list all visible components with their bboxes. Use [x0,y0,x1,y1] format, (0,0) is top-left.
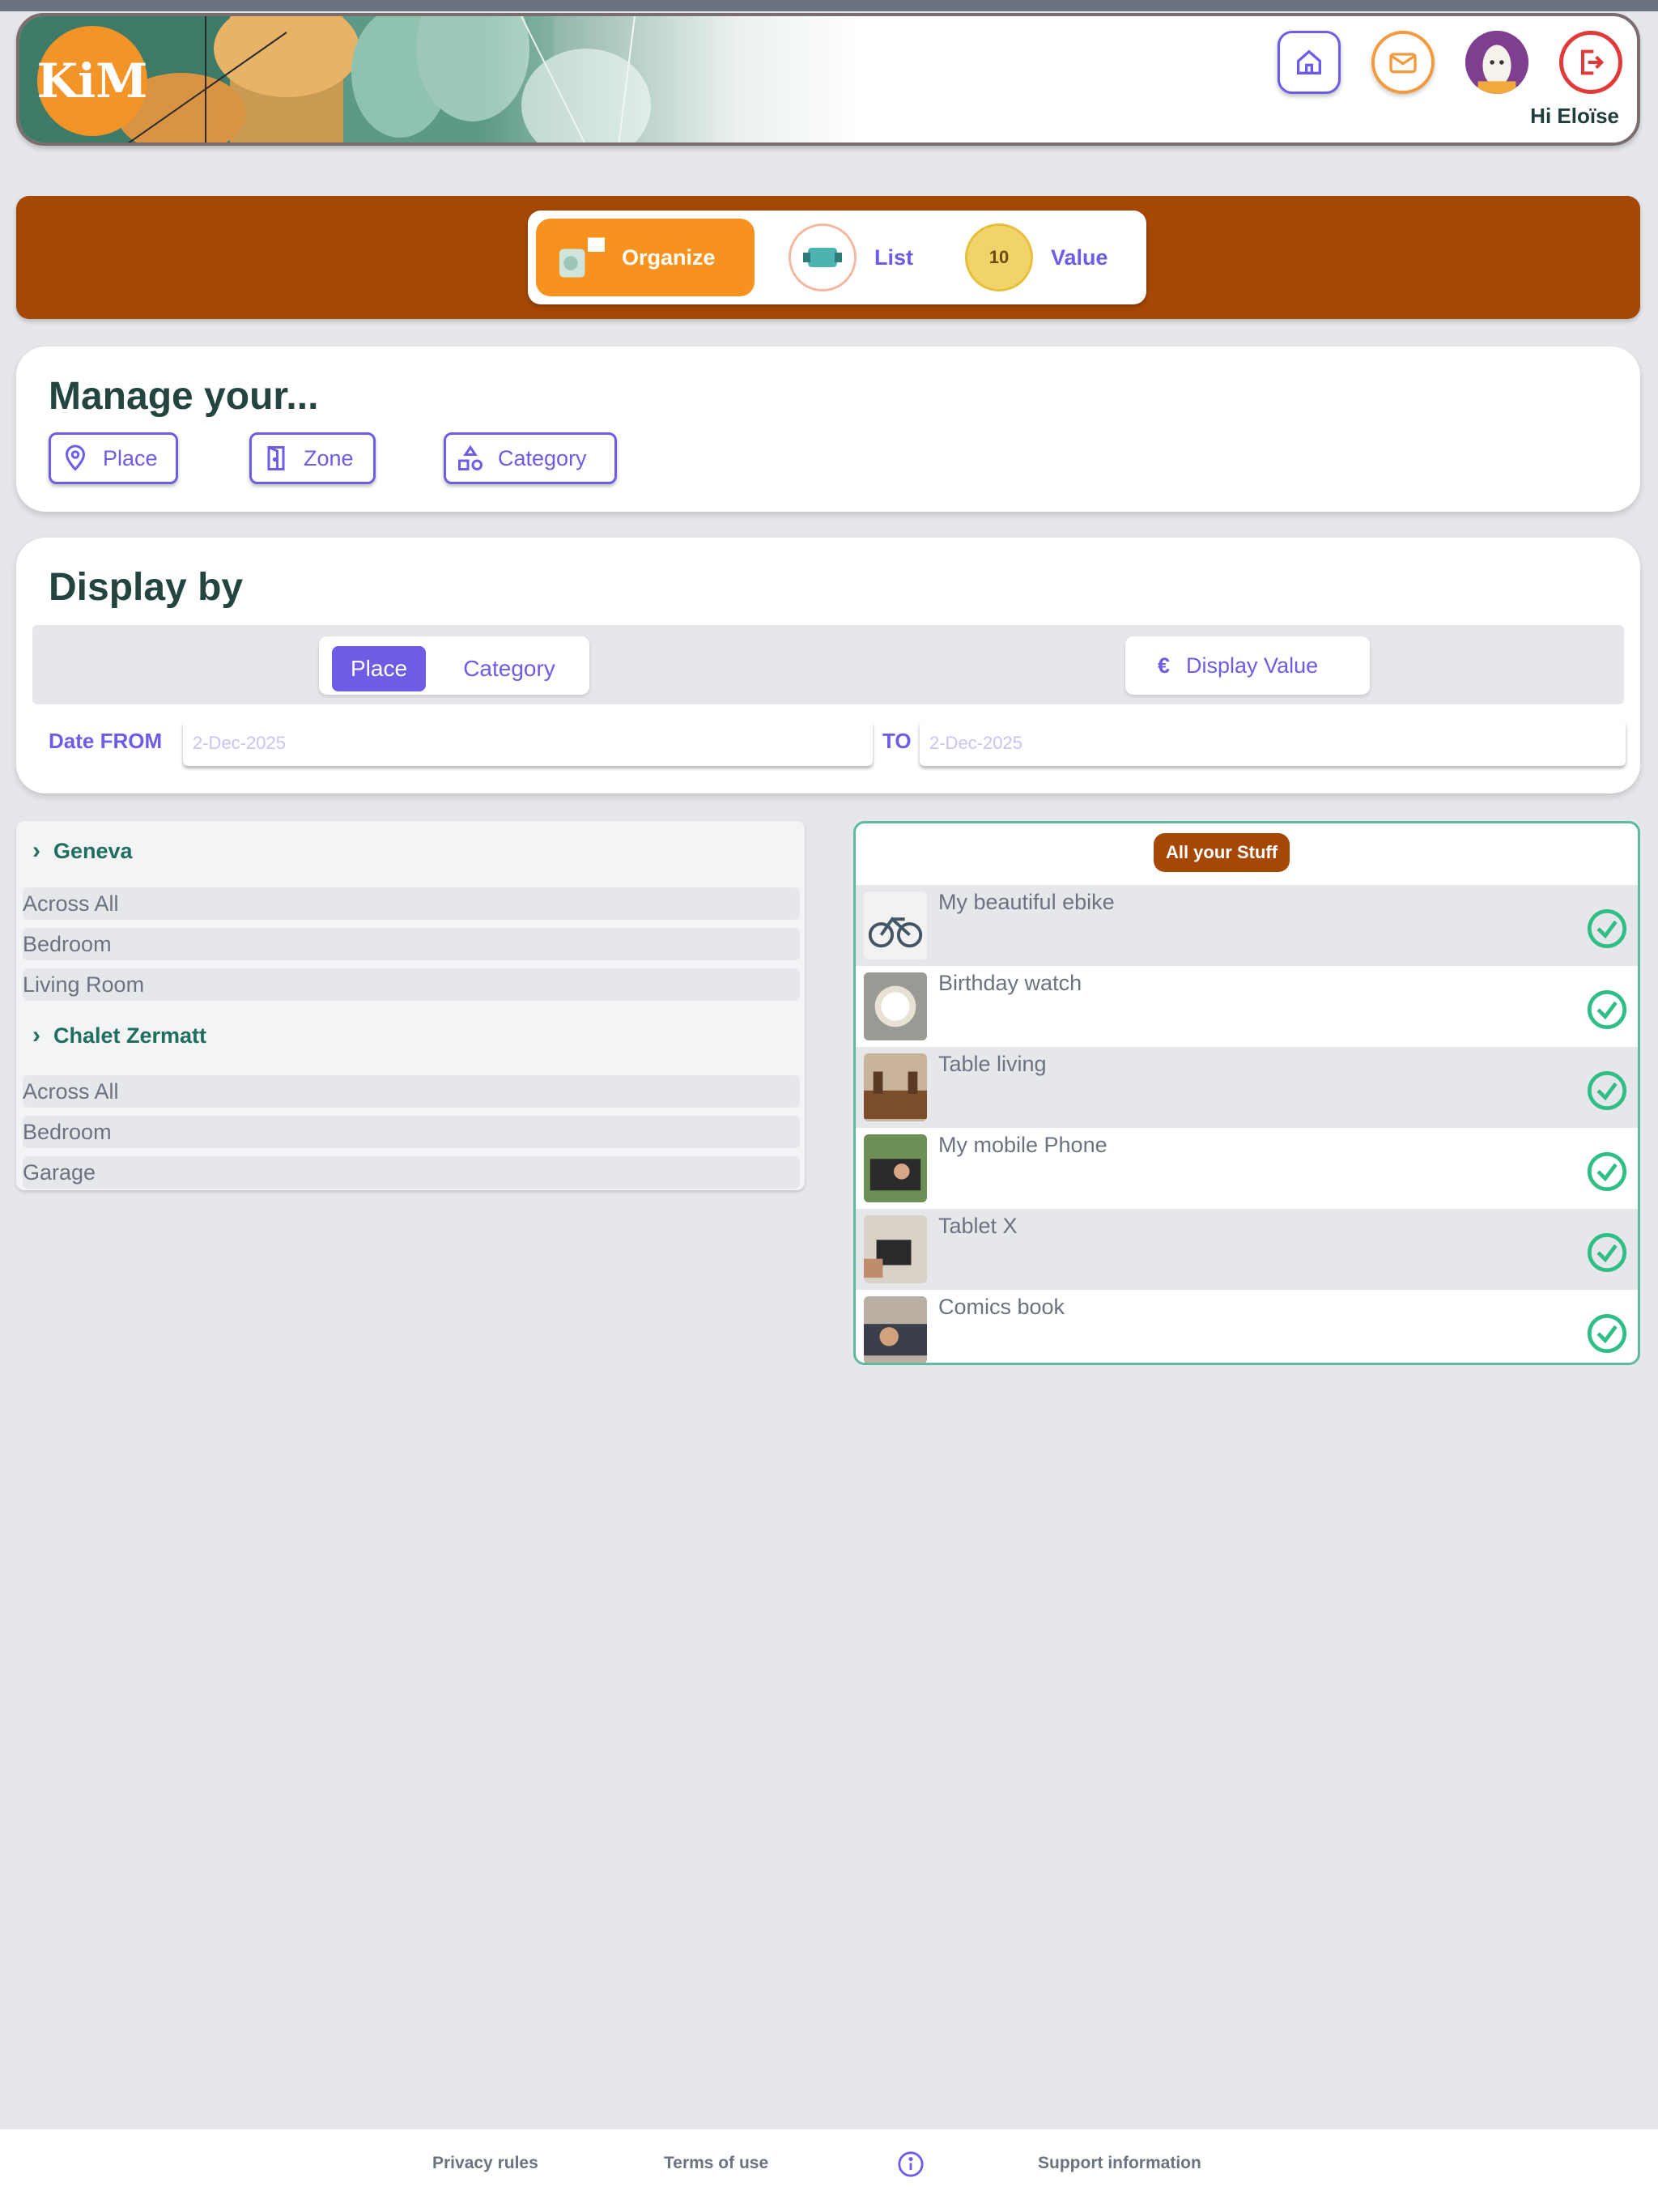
info-icon[interactable] [897,2150,925,2178]
tree-item[interactable]: Garage [23,1156,800,1189]
items-panel: All your Stuff My beautiful ebike Birthd… [853,821,1640,1365]
logout-icon [1581,49,1605,75]
display-title: Display by [49,566,244,609]
tree-item[interactable]: Bedroom [23,1116,800,1148]
item-thumbnail [864,1134,927,1202]
check-circle-icon[interactable] [1586,989,1628,1031]
item-thumbnail [864,972,927,1040]
map-pin-icon [65,445,86,471]
item-row[interactable]: Table living [856,1047,1638,1128]
item-row[interactable]: Tablet X [856,1209,1638,1290]
date-to-label: TO [882,729,912,753]
privacy-link[interactable]: Privacy rules [432,2154,538,2173]
chevron-right-icon: › [32,1022,40,1049]
app-header: KiM Hi Eloïse [16,13,1640,146]
item-name: Table living [938,1052,1047,1076]
check-circle-icon[interactable] [1586,1151,1628,1193]
main-nav-bar: Organize List 10 Value [16,196,1640,319]
nav-organize[interactable]: Organize [536,219,755,296]
support-link[interactable]: Support information [1038,2154,1201,2173]
user-avatar[interactable] [1465,31,1528,94]
home-icon [1297,49,1321,75]
mail-button[interactable] [1371,31,1435,94]
item-name: My mobile Phone [938,1133,1107,1157]
manage-place-label: Place [103,445,158,470]
nav-organize-label: Organize [622,245,716,270]
display-toggle-bar: Place Category € Display Value [32,625,1624,704]
place-tree: › Geneva Across All Bedroom Living Room … [16,821,805,1190]
home-button[interactable] [1278,31,1341,94]
check-circle-icon[interactable] [1586,1231,1628,1274]
item-name: My beautiful ebike [938,890,1115,914]
organize-icon [559,237,605,278]
logout-button[interactable] [1559,31,1622,94]
mail-icon [1389,53,1417,74]
nav-list[interactable]: List [789,219,934,296]
door-icon [267,446,285,470]
all-stuff-badge: All your Stuff [1154,833,1290,872]
date-from-input[interactable]: 2-Dec-2025 [183,721,873,766]
item-thumbnail [864,1296,927,1363]
toggle-place[interactable]: Place [332,646,426,691]
check-circle-icon[interactable] [1586,1312,1628,1355]
nav-value-label: Value [1051,245,1108,270]
top-strip [0,0,1658,11]
value-badge-text: 10 [988,247,1010,267]
item-row[interactable]: Comics book [856,1290,1638,1363]
manage-place-button[interactable]: Place [49,432,178,484]
item-name: Birthday watch [938,971,1082,995]
avatar-icon [1465,31,1528,94]
item-thumbnail [864,1053,927,1121]
kim-logo[interactable]: KiM [37,26,147,136]
tree-group-label: Geneva [53,838,133,863]
tree-group-geneva[interactable]: › Geneva [32,837,133,865]
display-by-card: Display by Place Category € Display Valu… [16,538,1640,793]
list-icon [789,223,857,291]
nav-list-label: List [874,245,914,270]
check-circle-icon[interactable] [1586,1070,1628,1112]
date-from-label: Date FROM [49,729,163,753]
tree-item[interactable]: Across All [23,887,800,920]
tree-item[interactable]: Bedroom [23,928,800,960]
manage-zone-label: Zone [304,445,354,470]
item-row[interactable]: My beautiful ebike [856,885,1638,966]
footer: Privacy rules Terms of use Support infor… [0,2129,1658,2212]
item-name: Tablet X [938,1214,1018,1238]
display-value-button[interactable]: € Display Value [1125,636,1370,695]
value-icon: 10 [965,223,1033,291]
nav-value[interactable]: 10 Value [965,219,1143,296]
toggle-category[interactable]: Category [440,646,578,691]
chevron-right-icon: › [32,837,40,864]
user-greeting: Hi Eloïse [1530,104,1619,128]
tree-group-label: Chalet Zermatt [53,1023,207,1048]
tree-item[interactable]: Living Room [23,968,800,1001]
display-by-toggle: Place Category [319,636,589,695]
manage-category-button[interactable]: Category [444,432,617,484]
manage-title: Manage your... [49,375,319,418]
manage-zone-button[interactable]: Zone [249,432,376,484]
item-row[interactable]: Birthday watch [856,966,1638,1047]
item-name: Comics book [938,1295,1065,1319]
main-nav: Organize List 10 Value [528,211,1146,304]
manage-category-label: Category [498,445,587,470]
date-to-input[interactable]: 2-Dec-2025 [920,721,1626,766]
check-circle-icon[interactable] [1586,908,1628,950]
item-row[interactable]: My mobile Phone [856,1128,1638,1209]
manage-card: Manage your... Place Zone Category [16,347,1640,512]
shapes-icon [458,445,483,470]
tree-group-chalet-zermatt[interactable]: › Chalet Zermatt [32,1022,206,1049]
item-thumbnail [864,891,927,959]
item-thumbnail [864,1215,927,1283]
euro-icon: € [1158,653,1171,678]
terms-link[interactable]: Terms of use [664,2154,768,2173]
tree-item[interactable]: Across All [23,1075,800,1108]
display-value-label: Display Value [1186,653,1319,678]
